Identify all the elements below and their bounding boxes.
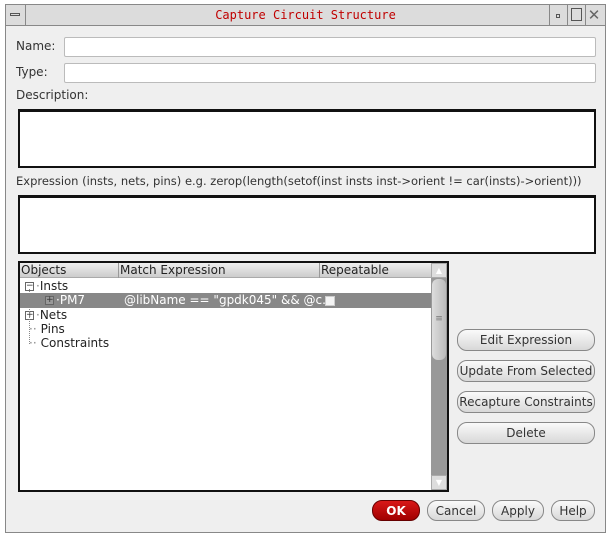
close-icon: ✕: [587, 6, 601, 24]
type-label: Type:: [16, 65, 48, 79]
tree-line: [29, 289, 30, 344]
object-name: Constraints: [40, 336, 110, 350]
maximize-icon: [571, 8, 582, 21]
window-title: Capture Circuit Structure: [215, 8, 396, 22]
tree-row-insts[interactable]: − ·Insts: [20, 279, 432, 294]
tree-row-nets[interactable]: + ·Nets: [20, 308, 432, 323]
edit-expression-button[interactable]: Edit Expression: [457, 329, 595, 351]
scroll-down-icon[interactable]: ▼: [431, 475, 447, 490]
tree-row-pm7[interactable]: + ·PM7 @libName == "gpdk045" && @c...: [20, 293, 432, 308]
help-button[interactable]: Help: [551, 500, 595, 521]
vertical-scrollbar[interactable]: ▲ ≡ ▼: [431, 263, 447, 490]
column-header-objects[interactable]: Objects: [20, 263, 119, 278]
scrollbar-thumb[interactable]: ≡: [432, 279, 446, 360]
object-name: Nets: [39, 308, 68, 322]
minimize-icon: [556, 14, 560, 18]
expression-label: Expression (insts, nets, pins) e.g. zero…: [16, 174, 582, 188]
object-name: Insts: [39, 279, 69, 293]
description-textarea[interactable]: [18, 109, 596, 168]
expression-textarea[interactable]: [18, 195, 596, 254]
column-header-repeatable[interactable]: Repeatable: [320, 263, 432, 278]
ok-button[interactable]: OK: [372, 500, 420, 521]
title-bar[interactable]: Capture Circuit Structure ✕: [6, 5, 605, 26]
capture-circuit-structure-dialog: Capture Circuit Structure ✕ Name: Type: …: [5, 4, 606, 533]
table-header: Objects Match Expression Repeatable: [20, 263, 432, 278]
column-header-match-expression[interactable]: Match Expression: [119, 263, 320, 278]
type-input[interactable]: [64, 63, 596, 83]
tree-row-pins[interactable]: ·· Pins: [20, 322, 432, 337]
expand-icon[interactable]: +: [45, 296, 54, 305]
recapture-constraints-button[interactable]: Recapture Constraints: [457, 391, 595, 413]
close-button[interactable]: ✕: [585, 5, 602, 25]
maximize-button[interactable]: [567, 5, 584, 25]
name-input[interactable]: [64, 37, 596, 57]
objects-tree-table[interactable]: Objects Match Expression Repeatable − ·In…: [18, 261, 449, 492]
minimize-button[interactable]: [549, 5, 566, 25]
name-label: Name:: [16, 39, 56, 53]
apply-button[interactable]: Apply: [492, 500, 544, 521]
match-expression: @libName == "gpdk045" && @c...: [124, 293, 334, 307]
description-label: Description:: [16, 88, 89, 102]
object-name: PM7: [59, 293, 86, 307]
cancel-button[interactable]: Cancel: [427, 500, 485, 521]
repeatable-checkbox[interactable]: [325, 296, 335, 306]
tree-row-constraints[interactable]: ·· Constraints: [20, 336, 432, 351]
object-name: Pins: [40, 322, 65, 336]
scroll-up-icon[interactable]: ▲: [431, 263, 447, 278]
delete-button[interactable]: Delete: [457, 422, 595, 444]
update-from-selected-button[interactable]: Update From Selected: [457, 360, 595, 382]
